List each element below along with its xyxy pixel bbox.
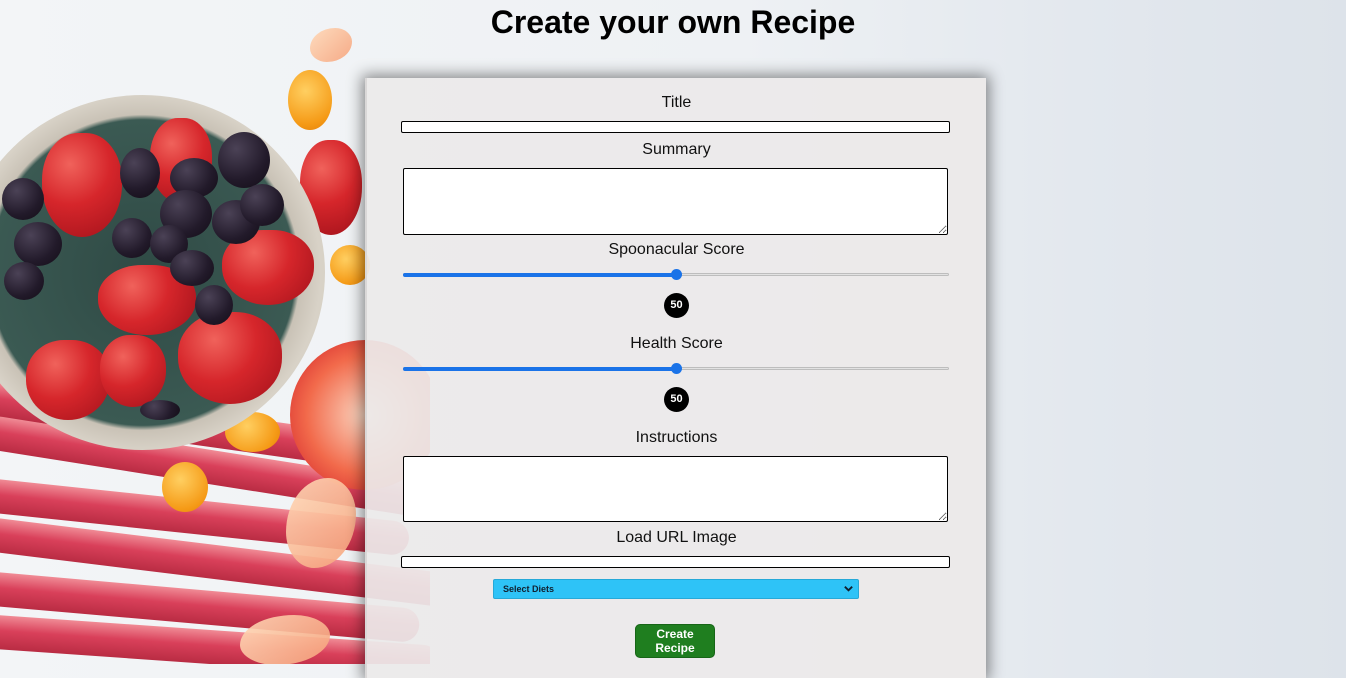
diets-select[interactable]: Select Diets	[493, 579, 859, 599]
summary-textarea[interactable]	[403, 168, 948, 235]
title-input[interactable]	[401, 121, 950, 133]
summary-label: Summary	[642, 141, 711, 158]
recipe-form: Title Summary Spoonacular Score 50 Healt…	[365, 78, 986, 678]
image-url-input[interactable]	[401, 556, 950, 568]
spoonacular-score-label: Spoonacular Score	[608, 241, 745, 258]
load-url-image-label: Load URL Image	[616, 529, 737, 546]
page-title: Create your own Recipe	[490, 4, 856, 40]
chevron-down-icon	[844, 586, 853, 592]
spoonacular-score-slider[interactable]	[403, 268, 949, 282]
spoonacular-slider-fill	[403, 273, 676, 277]
health-score-slider[interactable]	[403, 362, 949, 376]
spoonacular-score-value: 50	[664, 293, 689, 318]
instructions-textarea[interactable]	[403, 456, 948, 522]
create-recipe-button[interactable]: Create Recipe	[635, 624, 715, 658]
spoonacular-slider-thumb[interactable]	[671, 269, 682, 280]
instructions-label: Instructions	[635, 429, 718, 446]
health-slider-fill	[403, 367, 676, 371]
health-score-value: 50	[664, 387, 689, 412]
health-slider-thumb[interactable]	[671, 363, 682, 374]
title-label: Title	[661, 94, 692, 111]
diets-select-value: Select Diets	[503, 584, 555, 594]
health-score-label: Health Score	[630, 335, 723, 352]
